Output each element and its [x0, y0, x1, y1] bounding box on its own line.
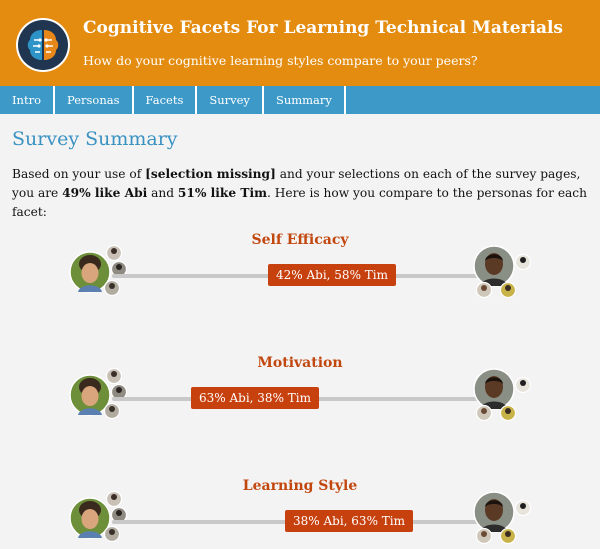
nav-item-personas[interactable]: Personas: [55, 86, 134, 114]
abi-percentage: 49% like Abi: [62, 186, 148, 200]
tim-persona-avatar: [472, 365, 534, 425]
facet-score-label: 42% Abi, 58% Tim: [268, 264, 397, 286]
abi-persona-avatar: [68, 242, 130, 302]
tim-percentage: 51% like Tim: [177, 186, 267, 200]
main-nav: Intro Personas Facets Survey Summary: [0, 86, 600, 114]
facet-row-learning-style: Learning Style 38% Abi, 63% Tim: [0, 478, 600, 549]
page-title: Survey Summary: [12, 128, 178, 150]
nav-item-facets[interactable]: Facets: [134, 86, 198, 114]
app-subtitle: How do your cognitive learning styles co…: [83, 53, 478, 68]
intro-text-1: Based on your use of: [12, 167, 146, 181]
brain-logo-icon: [16, 18, 70, 72]
abi-persona-avatar: [68, 488, 130, 548]
nav-item-summary[interactable]: Summary: [264, 86, 346, 114]
selection-missing-text: [selection missing]: [145, 167, 276, 181]
facet-score-label: 38% Abi, 63% Tim: [285, 510, 414, 532]
facet-row-motivation: Motivation 63% Abi, 38% Tim: [0, 355, 600, 435]
facet-row-self-efficacy: Self Efficacy 42% Abi, 58% Tim: [0, 232, 600, 312]
facet-score-label: 63% Abi, 38% Tim: [191, 387, 320, 409]
nav-item-survey[interactable]: Survey: [197, 86, 264, 114]
intro-text-3: and: [147, 186, 178, 200]
tim-persona-avatar: [472, 242, 534, 302]
app-header: Cognitive Facets For Learning Technical …: [0, 0, 600, 86]
summary-intro-text: Based on your use of [selection missing]…: [12, 165, 592, 222]
tim-persona-avatar: [472, 488, 534, 548]
nav-item-intro[interactable]: Intro: [0, 86, 55, 114]
app-title: Cognitive Facets For Learning Technical …: [83, 18, 563, 38]
abi-persona-avatar: [68, 365, 130, 425]
